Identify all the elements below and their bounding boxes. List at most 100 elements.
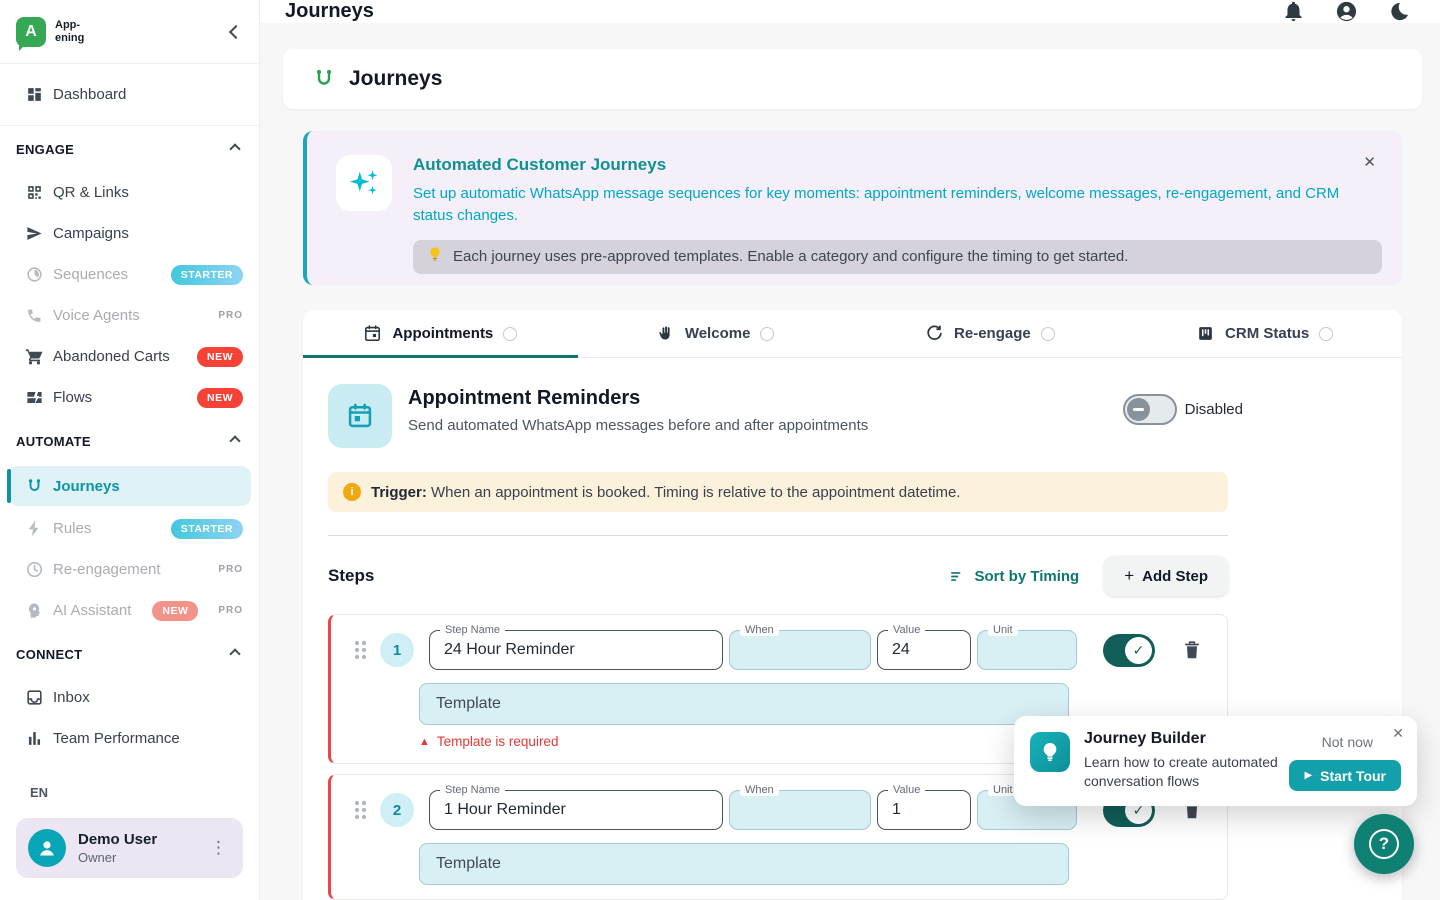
user-info: Demo User Owner <box>78 831 157 865</box>
not-now-button[interactable]: Not now <box>1322 734 1373 750</box>
chevron-up-icon <box>229 648 240 659</box>
delete-step-icon[interactable] <box>1181 639 1203 661</box>
sidebar-item-ai-assistant[interactable]: AI Assistant NEW PRO <box>0 590 259 631</box>
sidebar-item-label: Inbox <box>53 689 90 706</box>
template-select[interactable]: Template <box>419 683 1069 725</box>
sidebar-item-label: Dashboard <box>53 86 126 103</box>
language-selector[interactable]: EN <box>30 785 243 800</box>
banner-tip: Each journey uses pre-approved templates… <box>413 240 1382 274</box>
help-button[interactable]: ? <box>1354 814 1414 874</box>
sidebar-item-label: Rules <box>53 520 91 537</box>
category-body: Appointment Reminders Send automated Wha… <box>303 358 1402 900</box>
sidebar-item-abandoned-carts[interactable]: Abandoned Carts NEW <box>0 336 259 377</box>
sidebar-item-inbox[interactable]: Inbox <box>0 677 259 718</box>
sidebar-item-label: Flows <box>53 389 92 406</box>
category-toggle-state: Disabled <box>1185 401 1243 418</box>
user-card[interactable]: Demo User Owner ⋮ <box>16 818 243 878</box>
value-input[interactable] <box>878 631 970 669</box>
unit-select[interactable]: Unit <box>977 630 1077 670</box>
sidebar-item-re-engagement[interactable]: Re-engagement PRO <box>0 549 259 590</box>
banner-body: Set up automatic WhatsApp message sequen… <box>413 183 1382 227</box>
pro-tag: PRO <box>218 310 243 321</box>
sidebar-item-journeys[interactable]: Journeys <box>8 466 251 506</box>
sort-icon <box>949 568 966 585</box>
phone-icon <box>24 306 44 326</box>
sparkles-icon <box>336 155 392 211</box>
popup-close-icon[interactable]: ✕ <box>1392 725 1404 742</box>
value-field[interactable]: Value <box>877 790 971 830</box>
app-root: A App- ening Dashboard ENGAGE QR & Links <box>0 0 1440 900</box>
sidebar-item-label: Re-engagement <box>53 561 161 578</box>
when-select[interactable]: When <box>729 630 871 670</box>
sidebar-item-label: Abandoned Carts <box>53 348 170 365</box>
sidebar-item-qr-links[interactable]: QR & Links <box>0 172 259 213</box>
tab-status-circle <box>503 327 517 341</box>
step-toggle[interactable]: ✓ <box>1103 634 1155 667</box>
sidebar-item-team-performance[interactable]: Team Performance <box>0 718 259 759</box>
value-field[interactable]: Value <box>877 630 971 670</box>
sidebar-item-dashboard[interactable]: Dashboard <box>0 64 259 126</box>
ai-assistant-icon <box>24 601 44 621</box>
template-select[interactable]: Template <box>419 843 1069 885</box>
tab-appointments[interactable]: Appointments <box>303 310 578 357</box>
new-badge: NEW <box>152 601 198 621</box>
calendar-icon <box>363 324 382 343</box>
value-input[interactable] <box>878 791 970 829</box>
step-name-field[interactable]: Step Name <box>429 790 723 830</box>
dark-mode-moon-icon[interactable] <box>1388 0 1411 23</box>
tab-re-engage[interactable]: Re-engage <box>853 310 1128 357</box>
tab-crm-status[interactable]: CRM Status <box>1127 310 1402 357</box>
lightning-icon <box>24 519 44 539</box>
sidebar-section-engage[interactable]: ENGAGE <box>0 126 259 172</box>
tab-status-circle <box>760 327 774 341</box>
page-title-card: Journeys <box>283 49 1422 109</box>
start-tour-button[interactable]: ▶ Start Tour <box>1289 760 1401 791</box>
category-subtitle: Send automated WhatsApp messages before … <box>408 417 868 434</box>
step-name-input[interactable] <box>430 791 722 829</box>
avatar <box>28 829 66 867</box>
notifications-bell-icon[interactable] <box>1282 0 1305 23</box>
sidebar-item-campaigns[interactable]: Campaigns <box>0 213 259 254</box>
step-name-field[interactable]: Step Name <box>429 630 723 670</box>
sidebar-item-label: Sequences <box>53 266 128 283</box>
account-icon[interactable] <box>1335 0 1358 23</box>
sidebar-item-voice-agents[interactable]: Voice Agents PRO <box>0 295 259 336</box>
category-toggle[interactable] <box>1123 394 1177 425</box>
brand-name: App- ening <box>55 19 84 44</box>
pro-tag: PRO <box>218 564 243 575</box>
chevron-up-icon <box>229 143 240 154</box>
sidebar-nav: Dashboard ENGAGE QR & Links Campaigns Se… <box>0 64 259 765</box>
tab-welcome[interactable]: Welcome <box>578 310 853 357</box>
tab-label: CRM Status <box>1225 325 1309 342</box>
topbar-title: Journeys <box>285 0 374 23</box>
user-menu-dots-icon[interactable]: ⋮ <box>204 834 233 862</box>
add-step-button[interactable]: + Add Step <box>1104 556 1228 596</box>
popup-body: Learn how to create automated conversati… <box>1084 753 1289 791</box>
banner-title: Automated Customer Journeys <box>413 155 1382 175</box>
sidebar-collapse-icon[interactable] <box>229 24 243 38</box>
category-header: Appointment Reminders Send automated Wha… <box>328 384 1243 448</box>
popup-text: Journey Builder Learn how to create auto… <box>1084 730 1289 792</box>
sidebar-section-automate[interactable]: AUTOMATE <box>0 418 259 464</box>
drag-handle-icon[interactable] <box>355 801 366 819</box>
topbar-icons <box>1282 0 1411 23</box>
banner-tip-text: Each journey uses pre-approved templates… <box>453 248 1128 265</box>
when-select[interactable]: When <box>729 790 871 830</box>
sidebar-section-connect[interactable]: CONNECT <box>0 631 259 677</box>
bar-chart-icon <box>24 729 44 749</box>
plus-icon: + <box>1124 566 1134 586</box>
banner-close-icon[interactable]: ✕ <box>1363 153 1376 171</box>
category-title: Appointment Reminders <box>408 387 868 410</box>
step-name-input[interactable] <box>430 631 722 669</box>
sidebar-item-flows[interactable]: Flows NEW <box>0 377 259 418</box>
sidebar-item-sequences[interactable]: Sequences STARTER <box>0 254 259 295</box>
trigger-text: Trigger: When an appointment is booked. … <box>371 484 960 501</box>
wave-hand-icon <box>656 324 675 343</box>
tab-label: Appointments <box>392 325 493 342</box>
chevron-up-icon <box>229 435 240 446</box>
drag-handle-icon[interactable] <box>355 641 366 659</box>
pro-tag: PRO <box>218 605 243 616</box>
info-banner: Automated Customer Journeys Set up autom… <box>303 131 1402 285</box>
sort-by-timing-button[interactable]: Sort by Timing <box>949 568 1079 585</box>
sidebar-item-rules[interactable]: Rules STARTER <box>0 508 259 549</box>
